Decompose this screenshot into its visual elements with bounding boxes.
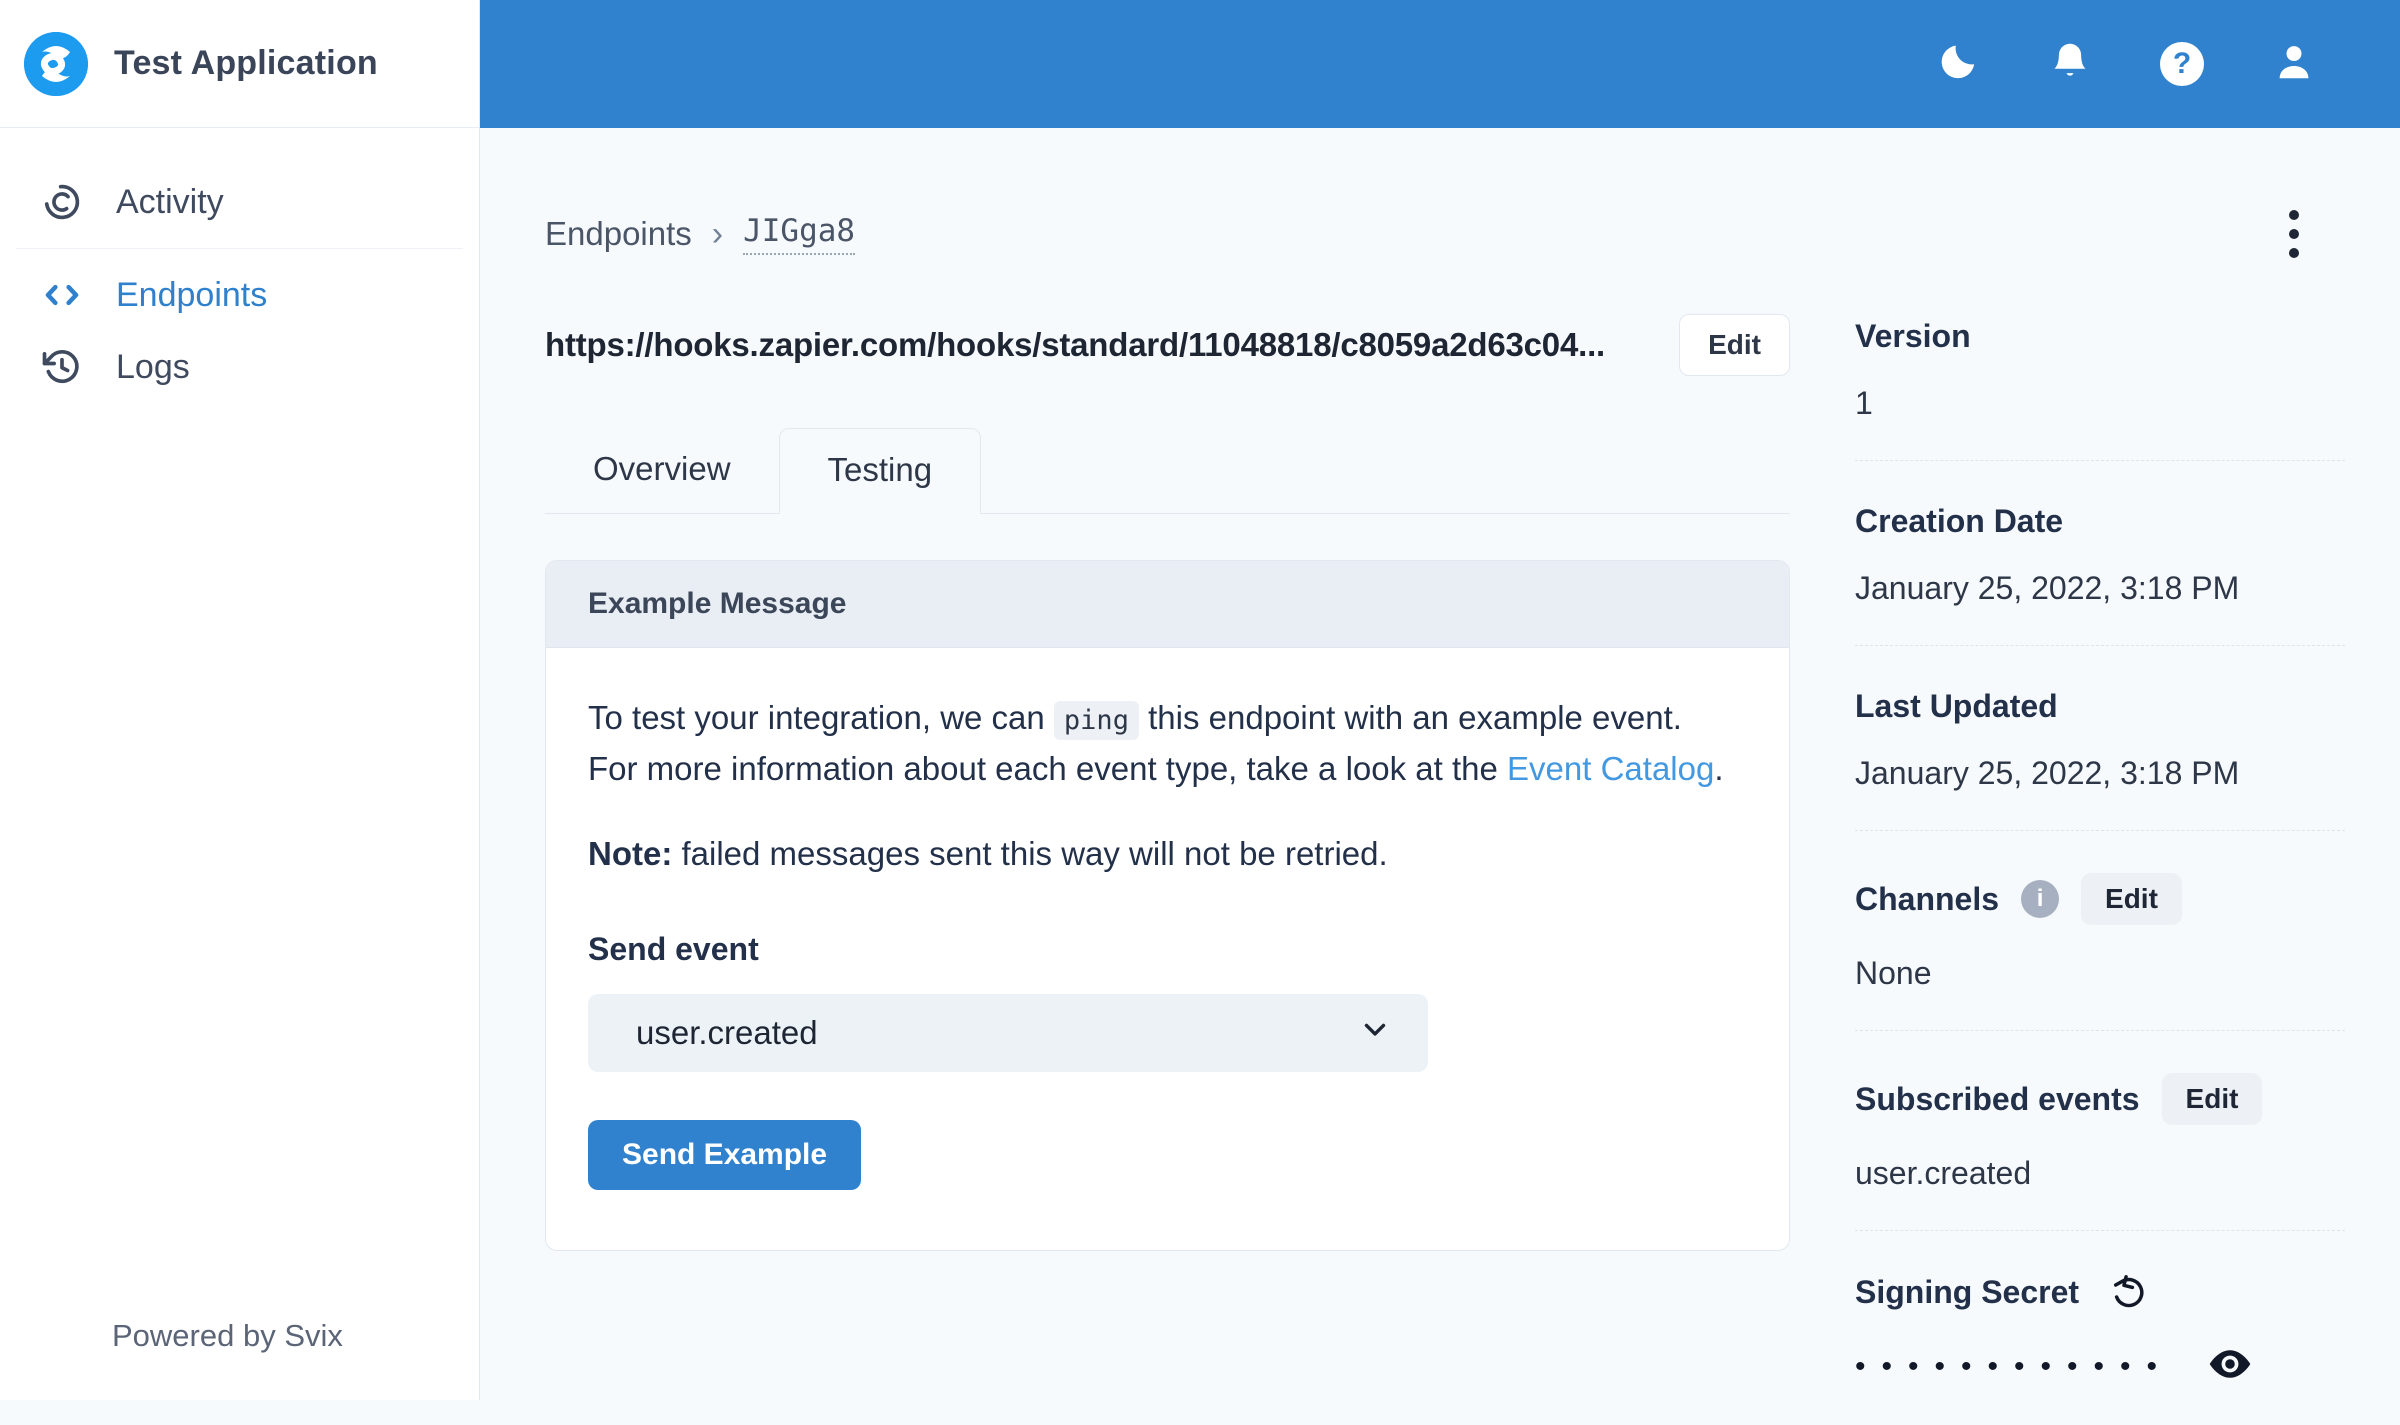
ping-code-chip: ping: [1053, 701, 1139, 740]
card-paragraph: To test your integration, we can ping th…: [588, 694, 1728, 793]
application-title: Test Application: [114, 44, 378, 82]
send-event-label: Send event: [588, 931, 759, 967]
creation-date-label: Creation Date: [1855, 503, 2064, 539]
event-catalog-link[interactable]: Event Catalog: [1507, 750, 1714, 787]
creation-date-value: January 25, 2022, 3:18 PM: [1855, 570, 2240, 606]
tab-bar: Overview Testing: [545, 428, 1790, 514]
moon-icon: [1936, 40, 1980, 89]
svix-logo-icon[interactable]: [24, 31, 88, 96]
signing-secret-section: Signing Secret ••••••••••••: [1855, 1230, 2345, 1425]
chevron-right-icon: ›: [711, 214, 724, 253]
sidebar-item-logs[interactable]: Logs: [0, 331, 479, 403]
channels-label: Channels: [1855, 880, 2000, 917]
edit-url-button[interactable]: Edit: [1679, 314, 1790, 376]
rotate-secret-icon[interactable]: [2109, 1273, 2147, 1311]
paragraph-text: .: [1714, 750, 1724, 787]
sidebar-item-activity[interactable]: Activity: [0, 166, 479, 238]
subscribed-events-value: user.created: [1855, 1155, 2032, 1191]
tab-testing[interactable]: Testing: [778, 428, 982, 514]
select-value: user.created: [636, 1014, 818, 1051]
sidebar-divider: [16, 248, 463, 249]
creation-date-section: Creation Date January 25, 2022, 3:18 PM: [1855, 460, 2345, 645]
chevron-down-icon: [1358, 1012, 1392, 1054]
masked-secret-value: ••••••••••••: [1855, 1350, 2174, 1383]
note-text: failed messages sent this way will not b…: [672, 835, 1388, 872]
example-message-card: Example Message To test your integration…: [545, 560, 1790, 1251]
main-content: Endpoints › JIGga8 https://hooks.zapier.…: [480, 128, 2400, 1400]
reveal-secret-eye-icon[interactable]: [2207, 1341, 2253, 1387]
breadcrumb-endpoints-link[interactable]: Endpoints: [545, 215, 692, 253]
account-button[interactable]: [2266, 36, 2322, 92]
breadcrumb: Endpoints › JIGga8: [545, 213, 856, 255]
sidebar-header: Test Application: [0, 0, 479, 128]
sidebar-item-endpoints[interactable]: Endpoints: [0, 259, 479, 331]
sidebar-nav: Activity Endpoints Logs: [0, 128, 479, 403]
help-button[interactable]: ?: [2154, 36, 2210, 92]
card-title: Example Message: [546, 561, 1789, 648]
kebab-menu-icon[interactable]: [2279, 204, 2309, 264]
note-label: Note:: [588, 835, 673, 872]
dark-mode-toggle-button[interactable]: [1930, 36, 1986, 92]
endpoint-panel: https://hooks.zapier.com/hooks/standard/…: [545, 314, 1790, 1425]
channels-section: Channels i Edit None: [1855, 830, 2345, 1030]
code-brackets-icon: [40, 274, 84, 316]
activity-gauge-icon: [40, 181, 84, 223]
bell-icon: [2047, 39, 2093, 90]
edit-channels-button[interactable]: Edit: [2081, 873, 2182, 925]
version-section: Version 1: [1855, 314, 2345, 460]
info-icon[interactable]: i: [2021, 880, 2060, 918]
sidebar: Test Application Activity Endpoints Logs…: [0, 0, 480, 1400]
question-mark-icon: ?: [2160, 42, 2204, 86]
topbar: ?: [480, 0, 2400, 128]
version-value: 1: [1855, 385, 1873, 421]
sidebar-item-label: Logs: [116, 347, 190, 386]
edit-subscribed-events-button[interactable]: Edit: [2161, 1073, 2263, 1125]
note-line: Note: failed messages sent this way will…: [588, 835, 1747, 873]
signing-secret-label: Signing Secret: [1855, 1273, 2080, 1310]
last-updated-section: Last Updated January 25, 2022, 3:18 PM: [1855, 645, 2345, 830]
subscribed-events-section: Subscribed events Edit user.created: [1855, 1030, 2345, 1230]
powered-by-svix[interactable]: Powered by Svix: [0, 1318, 479, 1400]
breadcrumb-endpoint-id[interactable]: JIGga8: [743, 213, 856, 255]
version-label: Version: [1855, 318, 1971, 354]
last-updated-label: Last Updated: [1855, 688, 2058, 724]
notifications-button[interactable]: [2042, 36, 2098, 92]
send-example-button[interactable]: Send Example: [588, 1120, 862, 1190]
endpoint-details: Version 1 Creation Date January 25, 2022…: [1855, 314, 2345, 1425]
sidebar-item-label: Endpoints: [116, 275, 268, 314]
channels-value: None: [1855, 955, 1932, 991]
tab-overview[interactable]: Overview: [545, 428, 779, 513]
event-type-select[interactable]: user.created: [588, 994, 1428, 1072]
sidebar-item-label: Activity: [116, 182, 224, 221]
history-clock-icon: [40, 346, 84, 388]
user-icon: [2271, 39, 2317, 90]
subscribed-events-label: Subscribed events: [1855, 1080, 2140, 1117]
paragraph-text: To test your integration, we can: [588, 699, 1054, 736]
endpoint-url: https://hooks.zapier.com/hooks/standard/…: [545, 326, 1606, 363]
last-updated-value: January 25, 2022, 3:18 PM: [1855, 755, 2240, 791]
